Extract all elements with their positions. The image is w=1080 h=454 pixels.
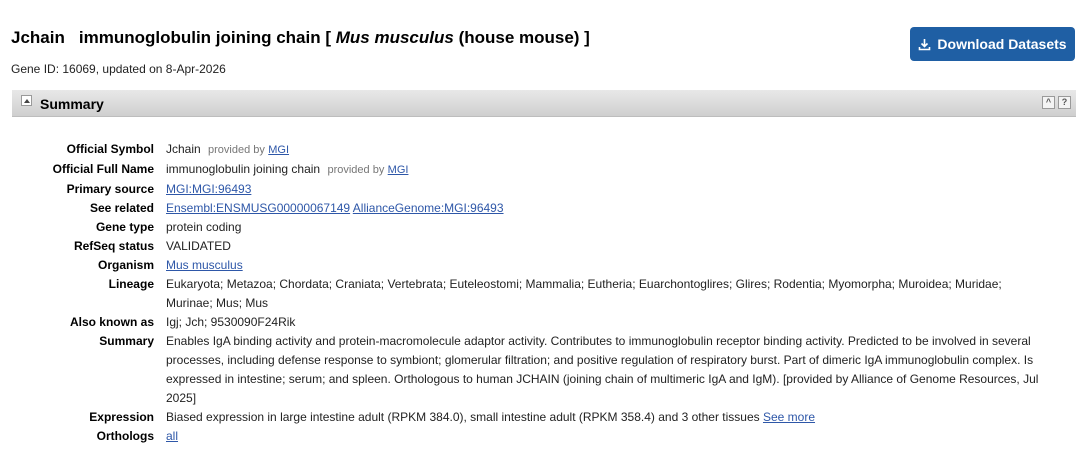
gene-name-prefix: immunoglobulin joining chain [ xyxy=(78,28,331,47)
row-label: Organism xyxy=(97,258,154,272)
row-value: Enables IgA binding activity and protein… xyxy=(166,334,1039,405)
provider-link[interactable]: MGI xyxy=(268,144,289,156)
row-value: Biased expression in large intestine adu… xyxy=(166,410,760,424)
ensembl-link[interactable]: Ensembl:ENSMUSG00000067149 xyxy=(166,201,350,215)
row-label: RefSeq status xyxy=(73,239,154,253)
provider-link[interactable]: MGI xyxy=(388,164,409,176)
row-value: immunoglobulin joining chain xyxy=(166,162,321,176)
gene-name-suffix: (house mouse) ] xyxy=(458,28,590,47)
row-label: Orthologs xyxy=(96,429,154,443)
organism-name: Mus musculus xyxy=(335,28,454,47)
download-icon xyxy=(919,38,931,50)
alliance-genome-link[interactable]: AllianceGenome:MGI:96493 xyxy=(353,201,504,215)
organism-link[interactable]: Mus musculus xyxy=(166,258,243,272)
download-datasets-button[interactable]: Download Datasets xyxy=(910,27,1075,61)
row-refseq-status: RefSeq status VALIDATED xyxy=(0,237,1046,256)
row-label: Expression xyxy=(89,410,154,424)
row-official-full-name: Official Full Name immunoglobulin joinin… xyxy=(0,160,1046,180)
download-datasets-label: Download Datasets xyxy=(937,36,1067,52)
go-to-top-icon[interactable]: ^ xyxy=(1042,96,1055,109)
row-gene-type: Gene type protein coding xyxy=(0,218,1046,237)
gene-id-line: Gene ID: 16069, updated on 8-Apr-2026 xyxy=(11,62,226,76)
row-label: See related xyxy=(89,201,154,215)
gene-title: Jchain immunoglobulin joining chain [ Mus… xyxy=(11,28,590,48)
row-organism: Organism Mus musculus xyxy=(0,256,1046,275)
summary-table: Official Symbol Jchain provided by MGI O… xyxy=(0,140,1046,446)
row-summary: Summary Enables IgA binding activity and… xyxy=(0,332,1046,408)
provided-by-text: provided by xyxy=(327,164,385,176)
row-orthologs: Orthologs all xyxy=(0,427,1046,446)
row-see-related: See related Ensembl:ENSMUSG00000067149 A… xyxy=(0,199,1046,218)
row-expression: Expression Biased expression in large in… xyxy=(0,408,1046,427)
orthologs-link[interactable]: all xyxy=(166,429,178,443)
collapse-icon[interactable] xyxy=(21,95,32,106)
row-value: protein coding xyxy=(166,220,242,234)
help-icon[interactable]: ? xyxy=(1058,96,1071,109)
row-label: Primary source xyxy=(66,182,154,196)
row-also-known-as: Also known as Igj; Jch; 9530090F24Rik xyxy=(0,313,1046,332)
summary-section-header[interactable]: Summary ^ ? xyxy=(12,90,1076,117)
provided-by-text: provided by xyxy=(208,144,265,156)
row-official-symbol: Official Symbol Jchain provided by MGI xyxy=(0,140,1046,160)
row-primary-source: Primary source MGI:MGI:96493 xyxy=(0,180,1046,199)
see-more-link[interactable]: See more xyxy=(763,410,815,424)
row-label: Official Symbol xyxy=(66,142,154,156)
summary-section-title: Summary xyxy=(40,96,104,112)
row-label: Also known as xyxy=(69,315,154,329)
row-label: Lineage xyxy=(108,277,154,291)
row-label: Official Full Name xyxy=(52,162,154,176)
row-value: Eukaryota; Metazoa; Chordata; Craniata; … xyxy=(166,277,1002,310)
row-value: Igj; Jch; 9530090F24Rik xyxy=(166,315,296,329)
gene-symbol: Jchain xyxy=(11,28,65,47)
primary-source-link[interactable]: MGI:MGI:96493 xyxy=(166,182,251,196)
row-value: Jchain xyxy=(166,142,201,156)
row-label: Gene type xyxy=(95,220,154,234)
row-value: VALIDATED xyxy=(166,239,231,253)
row-lineage: Lineage Eukaryota; Metazoa; Chordata; Cr… xyxy=(0,275,1046,313)
row-label: Summary xyxy=(99,334,154,348)
